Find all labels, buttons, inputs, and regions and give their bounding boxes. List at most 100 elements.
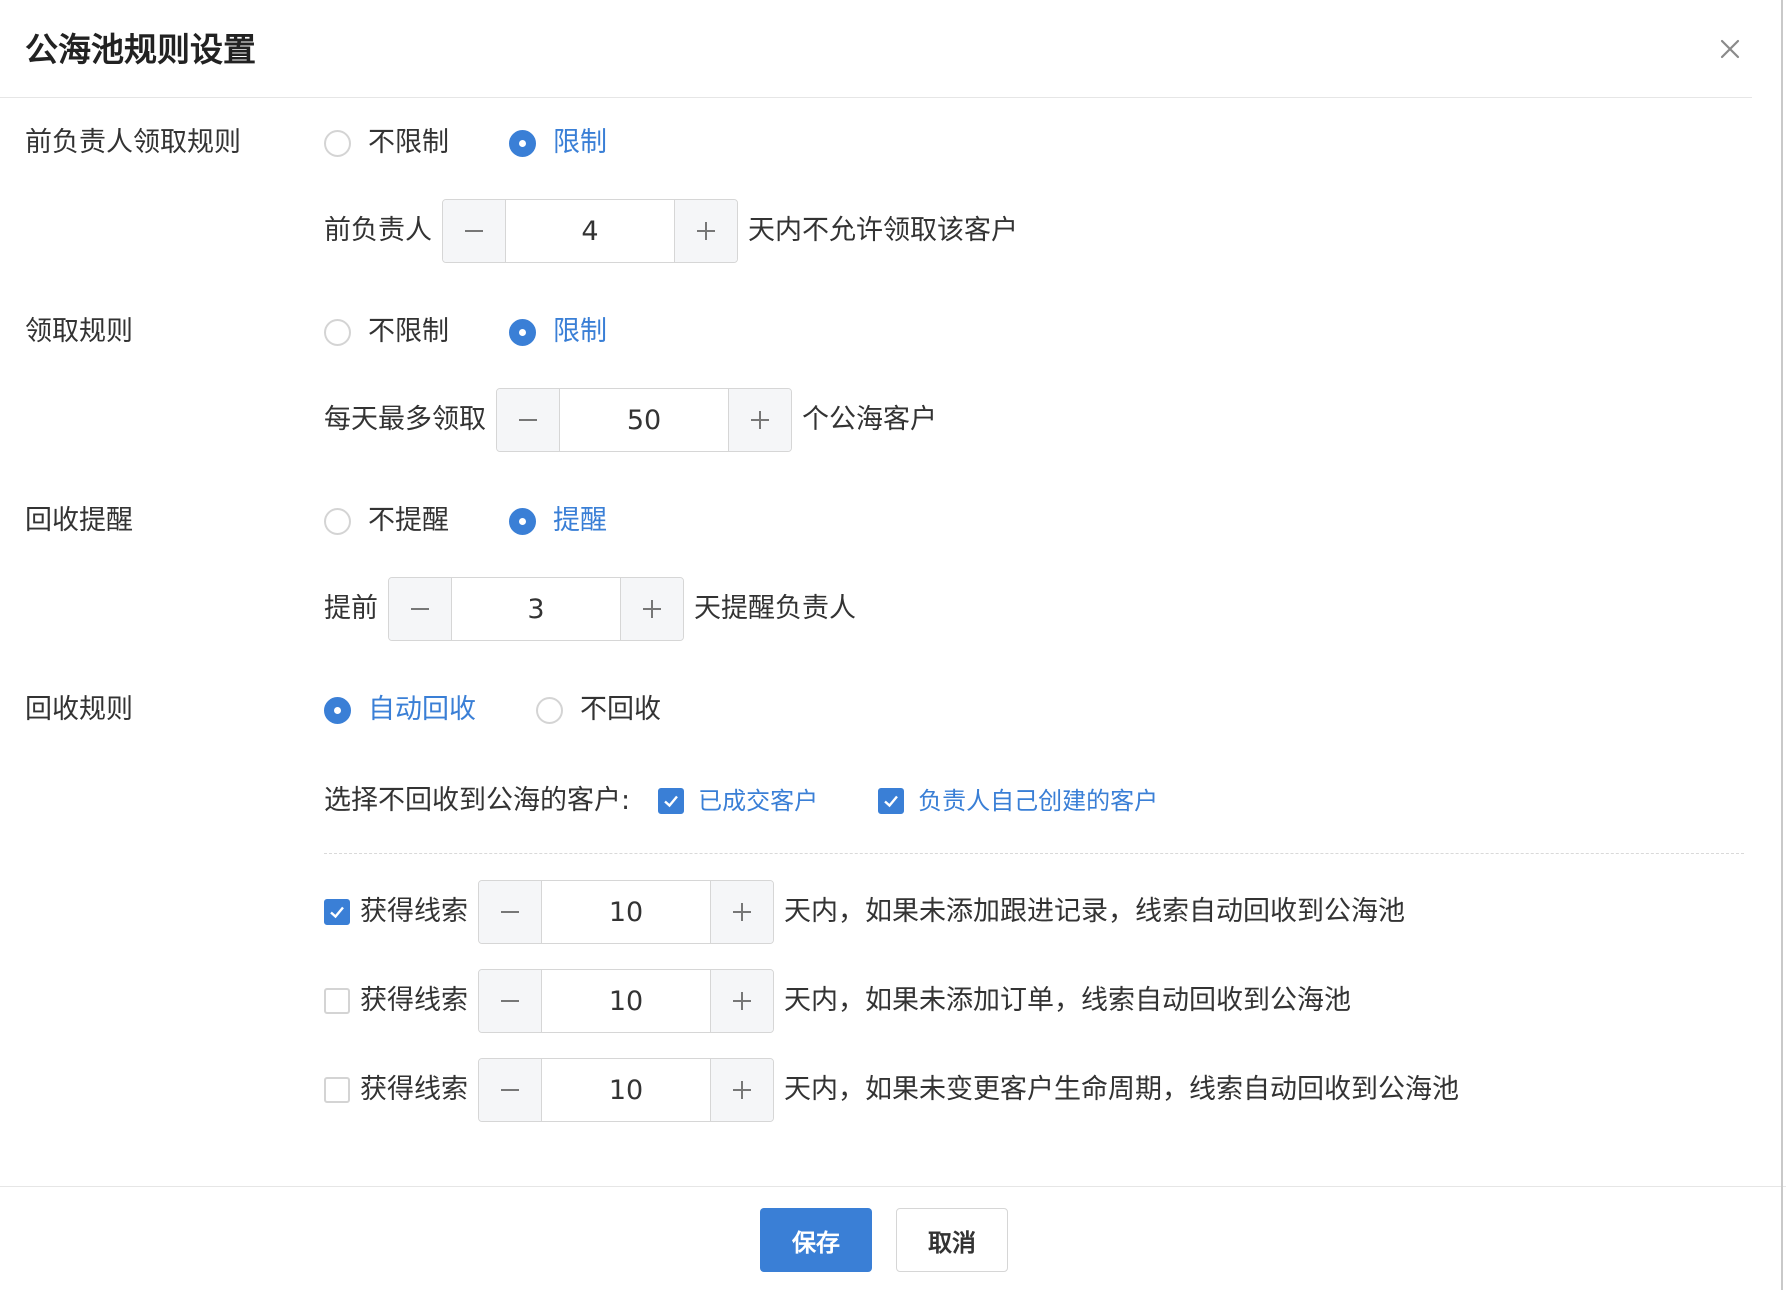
increment-button[interactable] bbox=[710, 1059, 773, 1121]
radio-label: 不提醒 bbox=[368, 505, 449, 536]
minus-icon bbox=[501, 1000, 519, 1002]
checkbox-box bbox=[324, 899, 350, 925]
decrement-button[interactable] bbox=[497, 389, 560, 451]
radio-claim-unlimited[interactable]: 不限制 bbox=[324, 315, 449, 349]
radio-label: 不限制 bbox=[368, 127, 449, 158]
plus-icon bbox=[697, 222, 715, 240]
condition-row-followup: 获得线索 10 天内，如果未添加跟进记录，线索自动回收到公海池 bbox=[324, 880, 1405, 944]
former-owner-days-input[interactable]: 4 bbox=[506, 200, 674, 262]
exclude-customers-label: 选择不回收到公海的客户: bbox=[324, 785, 631, 816]
radio-former-owner-unlimited[interactable]: 不限制 bbox=[324, 126, 449, 160]
claim-limit-stepper: 50 bbox=[496, 388, 792, 452]
condition-suffix: 天内，如果未添加订单，线索自动回收到公海池 bbox=[784, 985, 1351, 1016]
checkbox-condition-followup[interactable] bbox=[324, 899, 350, 925]
plus-icon bbox=[733, 1081, 751, 1099]
decrement-button[interactable] bbox=[479, 881, 542, 943]
radio-label: 不回收 bbox=[580, 694, 661, 725]
minus-icon bbox=[519, 419, 537, 421]
radio-circle bbox=[509, 129, 536, 157]
condition-prefix: 获得线索 bbox=[360, 985, 468, 1016]
reminder-days-line: 提前 3 天提醒负责人 bbox=[324, 577, 856, 641]
radio-circle bbox=[536, 696, 563, 724]
condition-lifecycle-stepper: 10 bbox=[478, 1058, 774, 1122]
condition-lifecycle-input[interactable]: 10 bbox=[542, 1059, 710, 1121]
condition-suffix: 天内，如果未添加跟进记录，线索自动回收到公海池 bbox=[784, 896, 1405, 927]
former-owner-prefix: 前负责人 bbox=[324, 215, 432, 246]
condition-prefix: 获得线索 bbox=[360, 1074, 468, 1105]
checkbox-box bbox=[658, 788, 685, 814]
minus-icon bbox=[411, 608, 429, 610]
radio-circle bbox=[324, 318, 351, 346]
reclaim-rule-label: 回收规则 bbox=[25, 694, 133, 725]
condition-order-stepper: 10 bbox=[478, 969, 774, 1033]
plus-icon bbox=[751, 411, 769, 429]
radio-label: 提醒 bbox=[553, 505, 607, 536]
increment-button[interactable] bbox=[620, 578, 683, 640]
radio-circle bbox=[324, 129, 351, 157]
increment-button[interactable] bbox=[710, 970, 773, 1032]
radio-circle bbox=[509, 318, 536, 346]
radio-label: 自动回收 bbox=[368, 694, 476, 725]
decrement-button[interactable] bbox=[389, 578, 452, 640]
claim-rule-radio-group: 不限制 限制 bbox=[324, 315, 667, 349]
radio-circle bbox=[324, 507, 351, 535]
former-owner-suffix: 天内不允许领取该客户 bbox=[748, 215, 1018, 246]
reminder-days-stepper: 3 bbox=[388, 577, 684, 641]
claim-limit-line: 每天最多领取 50 个公海客户 bbox=[324, 388, 937, 452]
radio-circle bbox=[324, 696, 351, 724]
window-edge bbox=[1781, 0, 1783, 1290]
checkbox-closed-customers[interactable]: 已成交客户 bbox=[658, 786, 818, 816]
reminder-days-input[interactable]: 3 bbox=[452, 578, 620, 640]
reclaim-rule-radio-group: 自动回收 不回收 bbox=[324, 693, 721, 727]
decrement-button[interactable] bbox=[479, 970, 542, 1032]
condition-order-input[interactable]: 10 bbox=[542, 970, 710, 1032]
check-icon bbox=[330, 906, 344, 919]
radio-no-reminder[interactable]: 不提醒 bbox=[324, 504, 449, 538]
close-icon[interactable] bbox=[1713, 32, 1747, 66]
radio-reminder[interactable]: 提醒 bbox=[509, 504, 607, 538]
increment-button[interactable] bbox=[710, 881, 773, 943]
radio-circle bbox=[509, 507, 536, 535]
claim-limit-suffix: 个公海客户 bbox=[802, 404, 937, 435]
increment-button[interactable] bbox=[674, 200, 737, 262]
minus-icon bbox=[501, 911, 519, 913]
condition-row-order: 获得线索 10 天内，如果未添加订单，线索自动回收到公海池 bbox=[324, 969, 1351, 1033]
save-button[interactable]: 保存 bbox=[760, 1208, 872, 1272]
dialog-header: 公海池规则设置 bbox=[0, 0, 1752, 98]
plus-icon bbox=[643, 600, 661, 618]
checkbox-condition-lifecycle[interactable] bbox=[324, 1077, 350, 1103]
former-owner-days-line: 前负责人 4 天内不允许领取该客户 bbox=[324, 199, 1018, 263]
plus-icon bbox=[733, 992, 751, 1010]
condition-row-lifecycle: 获得线索 10 天内，如果未变更客户生命周期，线索自动回收到公海池 bbox=[324, 1058, 1459, 1122]
minus-icon bbox=[501, 1089, 519, 1091]
former-owner-rule-label: 前负责人领取规则 bbox=[25, 127, 241, 158]
condition-followup-input[interactable]: 10 bbox=[542, 881, 710, 943]
reclaim-reminder-radio-group: 不提醒 提醒 bbox=[324, 504, 667, 538]
reminder-suffix: 天提醒负责人 bbox=[694, 593, 856, 624]
reclaim-reminder-label: 回收提醒 bbox=[25, 505, 133, 536]
decrement-button[interactable] bbox=[479, 1059, 542, 1121]
checkbox-self-created-customers[interactable]: 负责人自己创建的客户 bbox=[878, 786, 1158, 816]
checkbox-label: 已成交客户 bbox=[698, 787, 819, 815]
claim-limit-prefix: 每天最多领取 bbox=[324, 404, 486, 435]
minus-icon bbox=[465, 230, 483, 232]
checkbox-box bbox=[324, 988, 350, 1014]
radio-no-reclaim[interactable]: 不回收 bbox=[536, 693, 661, 727]
increment-button[interactable] bbox=[728, 389, 791, 451]
claim-limit-input[interactable]: 50 bbox=[560, 389, 728, 451]
decrement-button[interactable] bbox=[443, 200, 506, 262]
checkbox-condition-order[interactable] bbox=[324, 988, 350, 1014]
dialog: 公海池规则设置 前负责人领取规则 不限制 限制 前负责人 4 天内不允许领取该客… bbox=[0, 0, 1786, 1290]
cancel-button[interactable]: 取消 bbox=[896, 1208, 1008, 1272]
checkbox-box bbox=[324, 1077, 350, 1103]
check-icon bbox=[664, 795, 679, 808]
check-icon bbox=[884, 795, 899, 808]
radio-claim-limited[interactable]: 限制 bbox=[509, 315, 607, 349]
radio-former-owner-limited[interactable]: 限制 bbox=[509, 126, 607, 160]
claim-rule-label: 领取规则 bbox=[25, 316, 133, 347]
checkbox-box bbox=[878, 788, 905, 814]
plus-icon bbox=[733, 903, 751, 921]
former-owner-days-stepper: 4 bbox=[442, 199, 738, 263]
radio-label: 限制 bbox=[553, 127, 607, 158]
radio-auto-reclaim[interactable]: 自动回收 bbox=[324, 693, 476, 727]
